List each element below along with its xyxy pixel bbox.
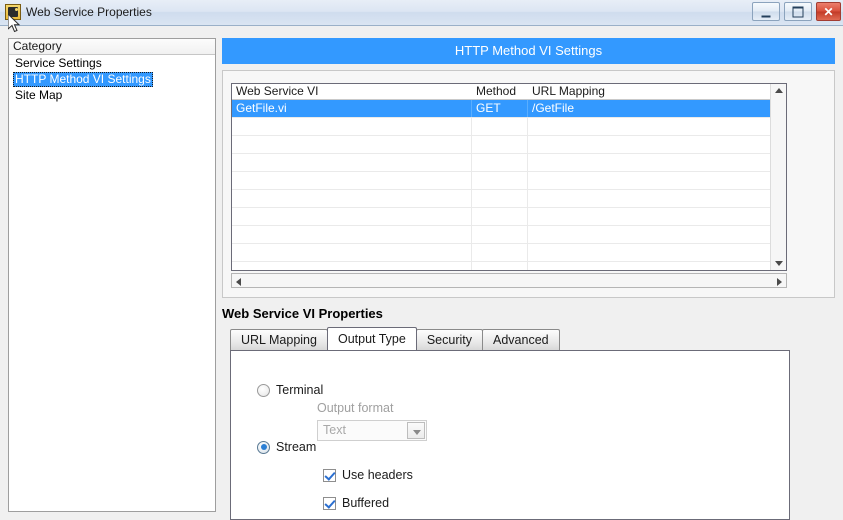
- table-row[interactable]: [232, 172, 786, 190]
- cell-method: [472, 172, 528, 189]
- terminal-label: Terminal: [276, 383, 324, 397]
- cell-method: [472, 262, 528, 270]
- properties-title: Web Service VI Properties: [222, 306, 383, 321]
- arrow-right-icon[interactable]: [777, 278, 782, 286]
- table-row[interactable]: [232, 154, 786, 172]
- section-banner: HTTP Method VI Settings: [222, 38, 835, 64]
- tab-advanced[interactable]: Advanced: [482, 329, 560, 350]
- minimize-button[interactable]: [752, 2, 780, 21]
- window-titlebar[interactable]: Web Service Properties ✕: [0, 0, 843, 26]
- cell-web-service-vi: [232, 172, 472, 189]
- table-row[interactable]: GetFile.vi GET /GetFile: [232, 100, 786, 118]
- sidebar-item-label: Service Settings: [15, 56, 102, 70]
- cell-method: [472, 208, 528, 225]
- output-format-value: Text: [323, 423, 346, 437]
- table-row[interactable]: [232, 262, 786, 270]
- cell-web-service-vi: [232, 136, 472, 153]
- chevron-down-icon[interactable]: [407, 422, 425, 439]
- table-header-row: Web Service VI Method URL Mapping: [232, 84, 786, 100]
- arrow-down-icon[interactable]: [775, 261, 783, 266]
- web-service-vi-table[interactable]: Web Service VI Method URL Mapping GetFil…: [231, 83, 787, 271]
- cell-url-mapping: [528, 154, 786, 171]
- buffered-label: Buffered: [342, 496, 390, 510]
- sidebar-item-label: HTTP Method VI Settings: [13, 72, 153, 87]
- table-row[interactable]: [232, 226, 786, 244]
- cell-url-mapping: [528, 262, 786, 270]
- arrow-left-icon[interactable]: [236, 278, 241, 286]
- properties-tabstrip: URL Mapping Output Type Security Advance…: [230, 327, 560, 350]
- sidebar-item-service-settings[interactable]: Service Settings: [9, 55, 215, 71]
- close-icon: ✕: [823, 4, 834, 19]
- tab-output-type[interactable]: Output Type: [326, 327, 417, 350]
- cell-web-service-vi: [232, 208, 472, 225]
- cell-web-service-vi: [232, 118, 472, 135]
- cell-url-mapping: /GetFile: [528, 100, 786, 117]
- terminal-radio-row[interactable]: Terminal: [257, 383, 323, 397]
- sidebar-item-http-method-vi-settings[interactable]: HTTP Method VI Settings: [9, 71, 215, 87]
- use-headers-checkbox[interactable]: [323, 468, 336, 482]
- cell-method: [472, 244, 528, 261]
- category-header: Category: [9, 39, 215, 55]
- table-row[interactable]: [232, 118, 786, 136]
- cell-method: GET: [472, 100, 528, 117]
- category-listbox[interactable]: Category Service Settings HTTP Method VI…: [8, 38, 216, 512]
- cell-url-mapping: [528, 208, 786, 225]
- close-button[interactable]: ✕: [816, 2, 841, 21]
- table-row[interactable]: [232, 208, 786, 226]
- cell-method: [472, 136, 528, 153]
- app-icon-dot: [15, 8, 18, 11]
- cell-web-service-vi: [232, 154, 472, 171]
- minimize-icon: [761, 12, 771, 17]
- table-row[interactable]: [232, 190, 786, 208]
- terminal-radio-button[interactable]: [257, 383, 270, 397]
- maximize-button[interactable]: [784, 2, 812, 21]
- cell-url-mapping: [528, 190, 786, 207]
- tab-security[interactable]: Security: [415, 329, 483, 350]
- cell-web-service-vi: [232, 190, 472, 207]
- buffered-row[interactable]: Buffered: [323, 496, 389, 510]
- table-row[interactable]: [232, 244, 786, 262]
- content-area: HTTP Method VI Settings Web Service VI M…: [222, 38, 835, 520]
- column-header-url-mapping[interactable]: URL Mapping: [528, 84, 786, 99]
- maximize-icon: [792, 6, 804, 17]
- cell-url-mapping: [528, 118, 786, 135]
- table-row[interactable]: [232, 136, 786, 154]
- cell-web-service-vi: [232, 244, 472, 261]
- output-type-panel: Terminal Output format Text Stream Use h…: [230, 350, 790, 520]
- cell-url-mapping: [528, 172, 786, 189]
- cell-url-mapping: [528, 136, 786, 153]
- window-title: Web Service Properties: [26, 5, 152, 19]
- cell-web-service-vi: GetFile.vi: [232, 100, 472, 117]
- cell-web-service-vi: [232, 226, 472, 243]
- web-service-vi-table-group: Web Service VI Method URL Mapping GetFil…: [222, 70, 835, 298]
- sidebar-item-label: Site Map: [15, 88, 63, 102]
- buffered-checkbox[interactable]: [323, 496, 336, 510]
- table-horizontal-scrollbar[interactable]: [231, 273, 787, 288]
- stream-radio-button[interactable]: [257, 440, 270, 454]
- stream-label: Stream: [276, 440, 317, 454]
- stream-radio-row[interactable]: Stream: [257, 440, 316, 454]
- use-headers-row[interactable]: Use headers: [323, 468, 413, 482]
- arrow-up-icon[interactable]: [775, 88, 783, 93]
- cell-method: [472, 154, 528, 171]
- cell-url-mapping: [528, 244, 786, 261]
- table-body: GetFile.vi GET /GetFile: [232, 100, 786, 270]
- cell-web-service-vi: [232, 262, 472, 270]
- tab-url-mapping[interactable]: URL Mapping: [230, 329, 328, 350]
- column-header-web-service-vi[interactable]: Web Service VI: [232, 84, 472, 99]
- sidebar-item-site-map[interactable]: Site Map: [9, 87, 215, 103]
- table-vertical-scrollbar[interactable]: [770, 84, 786, 270]
- column-header-method[interactable]: Method: [472, 84, 528, 99]
- cell-url-mapping: [528, 226, 786, 243]
- cell-method: [472, 190, 528, 207]
- cell-method: [472, 226, 528, 243]
- output-format-dropdown[interactable]: Text: [317, 420, 427, 441]
- cell-method: [472, 118, 528, 135]
- use-headers-label: Use headers: [342, 468, 413, 482]
- labview-app-icon: [5, 4, 21, 20]
- output-format-label: Output format: [317, 401, 394, 415]
